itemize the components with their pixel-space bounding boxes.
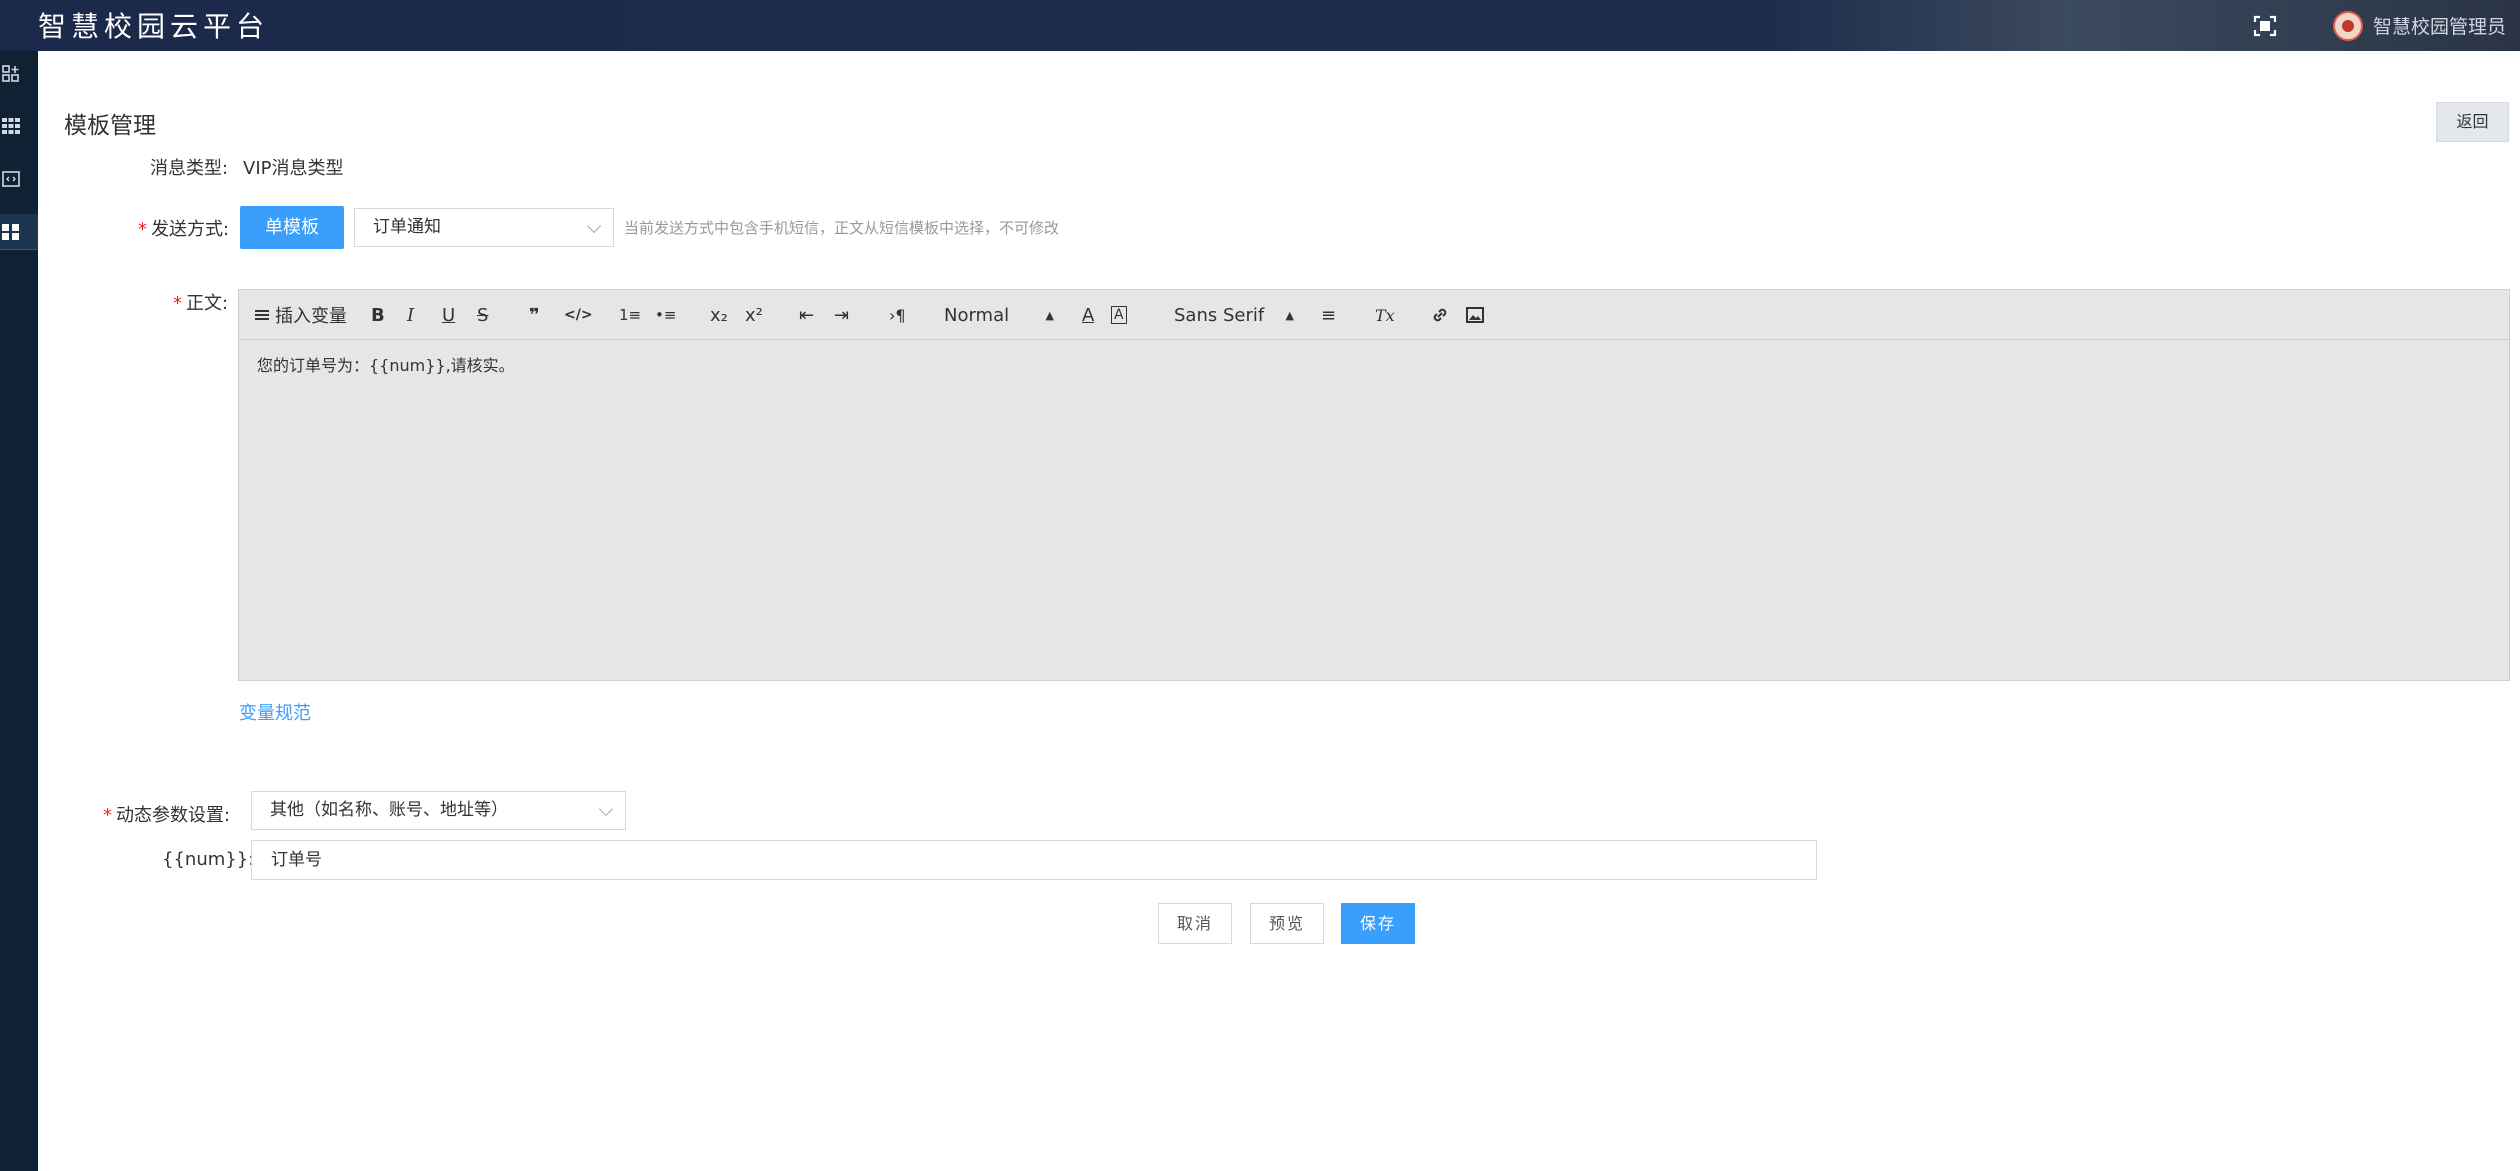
param-value-input[interactable]: 订单号 xyxy=(251,840,1817,880)
sidebar-item-apps[interactable] xyxy=(0,56,38,92)
sidebar-item-dashboard[interactable] xyxy=(0,214,38,250)
background-color-button[interactable]: A xyxy=(1111,306,1127,324)
single-template-button[interactable]: 单模板 xyxy=(240,206,344,249)
send-method-hint: 当前发送方式中包含手机短信，正文从短信模板中选择，不可修改 xyxy=(624,219,1060,237)
size-picker[interactable]: Normal ▲ xyxy=(944,303,1054,327)
brand-title: 智慧校园云平台 xyxy=(38,10,270,43)
preview-button[interactable]: 预览 xyxy=(1250,903,1324,944)
strike-button[interactable]: S xyxy=(477,303,488,327)
template-select-value: 订单通知 xyxy=(373,217,441,237)
param-name-label: {{num}}: xyxy=(162,849,255,870)
sidebar-item-grid[interactable] xyxy=(0,108,38,144)
clear-format-button[interactable]: Tx xyxy=(1375,303,1395,327)
avatar[interactable] xyxy=(2332,10,2363,41)
grid-icon xyxy=(2,118,20,134)
insert-variable-button[interactable]: 插入变量 xyxy=(255,303,347,327)
image-button[interactable] xyxy=(1466,303,1484,327)
size-picker-value: Normal xyxy=(944,304,1010,326)
fullscreen-icon[interactable] xyxy=(2253,15,2277,37)
back-button[interactable]: 返回 xyxy=(2436,102,2509,142)
top-bar: 智慧校园云平台 智慧校园管理员 xyxy=(0,0,2520,51)
editor-toolbar: 插入变量 B I U S ❞ </> 1≡ •≡ x₂ x² ⇤ ⇥ ›¶ No… xyxy=(239,290,2509,340)
bold-button[interactable]: B xyxy=(371,303,385,327)
rich-text-editor: 插入变量 B I U S ❞ </> 1≡ •≡ x₂ x² ⇤ ⇥ ›¶ No… xyxy=(238,289,2510,681)
updown-icon: ▲ xyxy=(1285,308,1294,322)
underline-button[interactable]: U xyxy=(442,303,455,327)
font-picker-value: Sans Serif xyxy=(1174,304,1265,326)
apps-add-icon xyxy=(2,65,19,82)
superscript-button[interactable]: x² xyxy=(745,303,763,327)
bullet-list-button[interactable]: •≡ xyxy=(655,303,676,327)
list-icon xyxy=(255,310,269,320)
editor-content[interactable]: 您的订单号为：{{num}},请核实。 xyxy=(239,340,2509,388)
ordered-list-button[interactable]: 1≡ xyxy=(619,303,641,327)
align-button[interactable]: ≡ xyxy=(1321,303,1336,327)
blockquote-button[interactable]: ❞ xyxy=(529,303,540,327)
message-type-value: VIP消息类型 xyxy=(243,158,344,179)
sidebar-item-code[interactable] xyxy=(0,161,38,197)
send-method-label: * 发送方式: xyxy=(138,219,230,240)
italic-button[interactable]: I xyxy=(407,303,414,327)
indent-button[interactable]: ⇥ xyxy=(834,303,849,327)
save-button[interactable]: 保存 xyxy=(1341,903,1415,944)
code-window-icon xyxy=(2,171,20,187)
sidebar xyxy=(0,51,38,1171)
font-picker[interactable]: Sans Serif ▲ xyxy=(1174,303,1294,327)
updown-icon: ▲ xyxy=(1045,308,1054,322)
variable-spec-link[interactable]: 变量规范 xyxy=(239,699,311,725)
dynamic-params-label: * 动态参数设置: xyxy=(103,805,231,826)
send-method-label-text: 发送方式: xyxy=(151,219,230,240)
param-type-select[interactable]: 其他（如名称、账号、地址等） xyxy=(251,791,626,830)
template-select[interactable]: 订单通知 xyxy=(354,208,614,247)
link-button[interactable] xyxy=(1431,303,1449,327)
code-block-button[interactable]: </> xyxy=(564,303,593,327)
text-direction-button[interactable]: ›¶ xyxy=(889,303,906,327)
top-right-area: 智慧校园管理员 xyxy=(2253,0,2520,51)
body-label-text: 正文: xyxy=(186,293,229,314)
outdent-button[interactable]: ⇤ xyxy=(799,303,814,327)
cancel-button[interactable]: 取消 xyxy=(1158,903,1232,944)
username[interactable]: 智慧校园管理员 xyxy=(2373,12,2506,39)
message-type-label: 消息类型: xyxy=(150,158,229,179)
param-type-value: 其他（如名称、账号、地址等） xyxy=(270,800,508,820)
text-color-button[interactable]: A xyxy=(1082,303,1094,327)
body-label: * 正文: xyxy=(173,293,229,314)
subscript-button[interactable]: x₂ xyxy=(710,303,728,327)
link-icon xyxy=(1433,308,1447,322)
main-content: 模板管理 返回 消息类型: VIP消息类型 * 发送方式: 单模板 订单通知 当前… xyxy=(38,51,2520,1171)
insert-variable-label: 插入变量 xyxy=(275,306,347,327)
chevron-down-icon xyxy=(598,801,614,817)
chevron-down-icon xyxy=(586,218,602,234)
dynamic-params-label-text: 动态参数设置: xyxy=(116,805,231,826)
image-icon xyxy=(1466,307,1484,323)
page-title: 模板管理 xyxy=(64,113,156,139)
dashboard-icon xyxy=(2,223,19,240)
